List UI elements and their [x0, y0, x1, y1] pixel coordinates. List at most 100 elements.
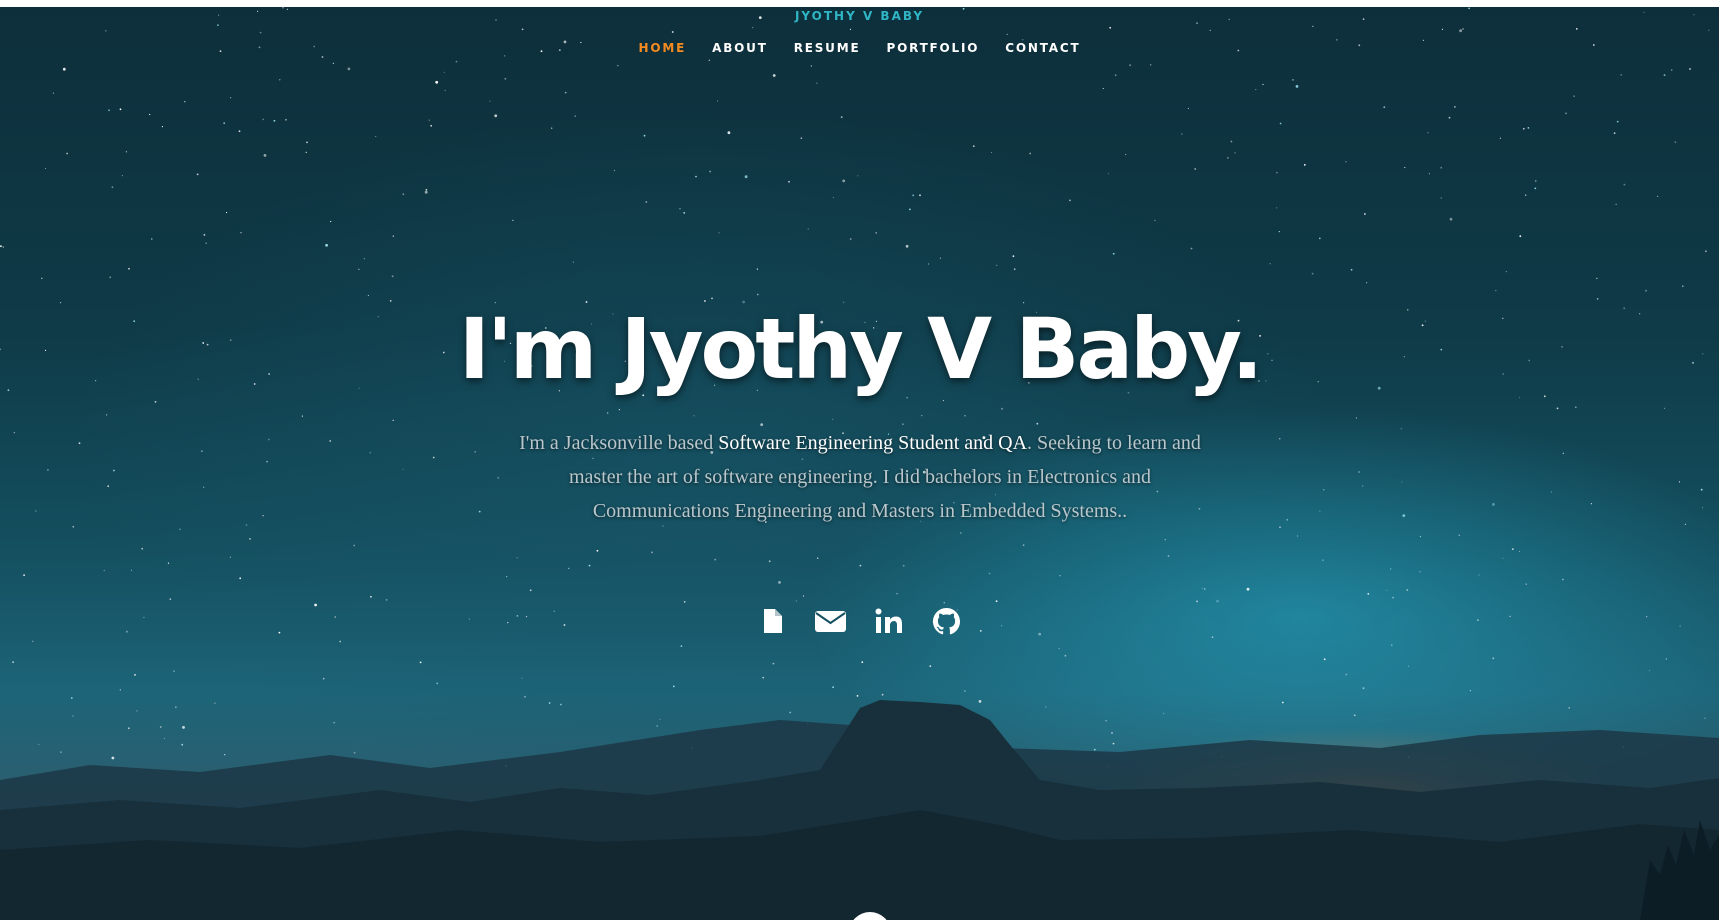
star	[1129, 64, 1131, 67]
star	[125, 151, 127, 153]
star	[840, 116, 843, 118]
envelope-icon[interactable]	[815, 605, 847, 637]
star	[41, 277, 43, 279]
star	[1355, 417, 1357, 419]
star	[1150, 64, 1152, 66]
star	[1209, 29, 1211, 31]
star	[727, 131, 731, 135]
star	[285, 118, 287, 121]
intro-highlight: Software Engineering Student and QA	[718, 432, 1028, 454]
star	[778, 581, 781, 584]
star	[1499, 137, 1501, 139]
star	[111, 186, 114, 189]
star	[912, 194, 915, 197]
star	[432, 456, 435, 459]
star	[105, 30, 107, 32]
star	[988, 572, 991, 575]
star	[301, 415, 303, 417]
star	[32, 640, 34, 642]
star	[196, 173, 199, 176]
star	[574, 115, 577, 118]
star	[1262, 83, 1264, 86]
star	[1427, 132, 1429, 134]
star	[230, 97, 232, 99]
star	[1114, 74, 1117, 77]
star	[151, 238, 153, 240]
star	[596, 549, 599, 552]
star	[444, 89, 446, 91]
star	[1702, 507, 1704, 509]
star	[810, 65, 812, 67]
star	[708, 59, 710, 61]
star	[106, 414, 108, 416]
star	[1194, 168, 1197, 170]
star	[1620, 74, 1623, 76]
star	[506, 576, 508, 578]
star	[229, 556, 231, 558]
star	[455, 60, 458, 63]
star	[996, 264, 998, 266]
star	[1006, 33, 1008, 35]
star	[72, 525, 75, 528]
star	[370, 595, 372, 598]
star	[645, 201, 648, 203]
star	[1362, 485, 1364, 487]
star	[474, 451, 476, 453]
site-label: JYOTHY V BABY	[794, 9, 925, 23]
nav-portfolio[interactable]: PORTFOLIO	[886, 41, 979, 55]
star	[1059, 575, 1061, 577]
star	[226, 211, 228, 214]
star	[896, 593, 898, 595]
star	[817, 557, 819, 559]
star	[167, 562, 170, 564]
star	[1684, 523, 1686, 526]
star	[1518, 550, 1521, 553]
star	[909, 208, 911, 211]
star	[1678, 481, 1681, 483]
nav-contact[interactable]: CONTACT	[1005, 41, 1080, 55]
star	[1392, 596, 1394, 599]
star	[205, 242, 207, 244]
star	[1623, 183, 1626, 186]
star	[1216, 599, 1219, 603]
star	[217, 24, 219, 26]
star	[1001, 407, 1003, 410]
star	[249, 538, 251, 540]
star	[613, 169, 616, 172]
star	[1109, 26, 1112, 29]
star	[618, 409, 621, 411]
star	[504, 77, 507, 80]
nav-home[interactable]: HOME	[639, 41, 687, 55]
star	[223, 122, 226, 125]
document-icon[interactable]	[757, 605, 789, 637]
star	[1323, 489, 1325, 491]
nav-resume[interactable]: RESUME	[794, 41, 861, 55]
linkedin-icon[interactable]	[873, 605, 905, 637]
star	[1613, 132, 1616, 135]
star	[529, 589, 532, 592]
star	[1449, 217, 1453, 221]
star	[1645, 289, 1647, 292]
github-icon[interactable]	[931, 605, 963, 637]
star	[942, 399, 945, 402]
star	[1705, 250, 1707, 253]
star	[266, 460, 268, 463]
star	[262, 118, 265, 121]
star	[1279, 526, 1281, 529]
star	[203, 234, 206, 236]
star	[1390, 568, 1392, 570]
star	[66, 152, 68, 155]
star	[568, 567, 570, 570]
star	[816, 82, 818, 84]
star	[267, 438, 270, 441]
star	[1401, 481, 1403, 483]
nav-about[interactable]: ABOUT	[712, 41, 768, 55]
star	[330, 220, 332, 223]
star	[1458, 534, 1460, 536]
star	[849, 28, 852, 30]
star	[1386, 589, 1388, 591]
star	[59, 302, 62, 304]
star	[572, 261, 575, 263]
star	[262, 515, 264, 517]
star	[1657, 195, 1659, 197]
